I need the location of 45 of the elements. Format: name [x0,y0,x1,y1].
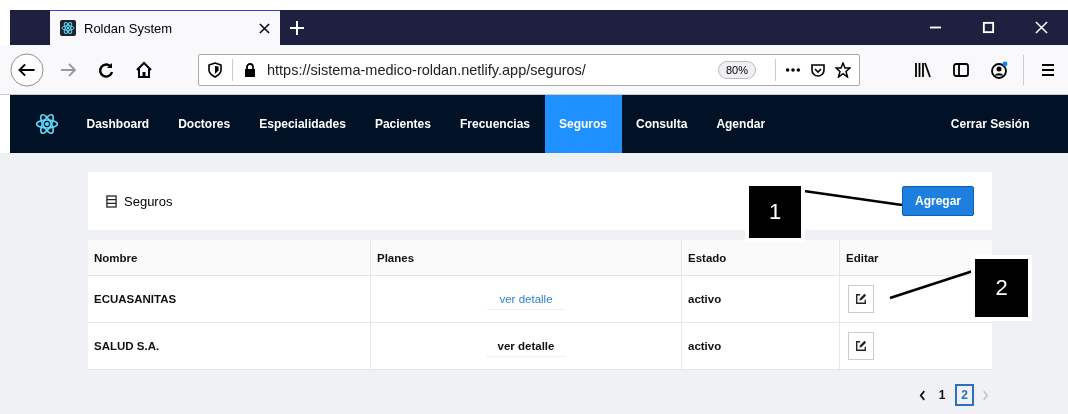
logout-link[interactable]: Cerrar Sesión [936,95,1044,153]
maximize-icon[interactable] [982,21,995,34]
edit-button[interactable] [848,332,874,360]
atom-icon [60,20,76,36]
nav-link[interactable]: Dashboard [72,95,164,153]
back-icon[interactable] [10,52,44,87]
shield-icon [207,61,223,78]
table-cell: SALUD S.A. [88,322,371,370]
browser-tab[interactable]: Roldan System [50,10,280,45]
pocket-icon[interactable] [810,61,826,78]
new-tab-icon[interactable] [290,20,304,35]
table-cell: activo [681,322,840,370]
column-header: Nombre [88,240,371,276]
url-text: https://sistema-medico-roldan.netlify.app/seguros/ [267,61,587,78]
detail-link[interactable]: ver detalle [485,335,567,357]
account-icon[interactable] [989,59,1009,80]
address-bar[interactable]: https://sistema-medico-roldan.netlify.app/seguros/ 80% [198,53,860,86]
nav-link[interactable]: Frecuencias [445,95,545,153]
nav-link[interactable]: Especialidades [244,95,361,153]
column-header: Planes [370,240,682,276]
edit-button[interactable] [848,285,874,313]
home-icon[interactable] [134,59,154,80]
tab-title: Roldan System [84,20,174,36]
edit-icon [855,340,867,352]
section-title: Seguros [124,193,173,209]
atom-icon[interactable] [34,111,60,137]
table-cell: ECUASANITAS [88,275,371,323]
page-button[interactable]: 2 [955,384,974,406]
edit-icon [855,293,867,305]
previous-page-icon[interactable] [918,389,926,401]
nav-link[interactable]: Agendar [701,95,780,153]
nav-link[interactable]: Doctores [163,95,245,153]
lock-icon [242,61,258,78]
nav-link[interactable]: Consulta [621,95,702,153]
zoom-level[interactable]: 80% [717,60,756,79]
column-header: Editar [839,240,992,276]
page-button[interactable]: 1 [933,385,951,405]
nav-link[interactable]: Pacientes [360,95,446,153]
add-button[interactable]: Agregar [902,186,974,216]
close-icon[interactable] [259,22,270,34]
detail-link[interactable]: ver detalle [487,288,565,310]
star-icon[interactable] [835,61,851,78]
list-icon [106,194,117,208]
table-cell: activo [681,275,840,323]
column-header: Estado [681,240,840,276]
